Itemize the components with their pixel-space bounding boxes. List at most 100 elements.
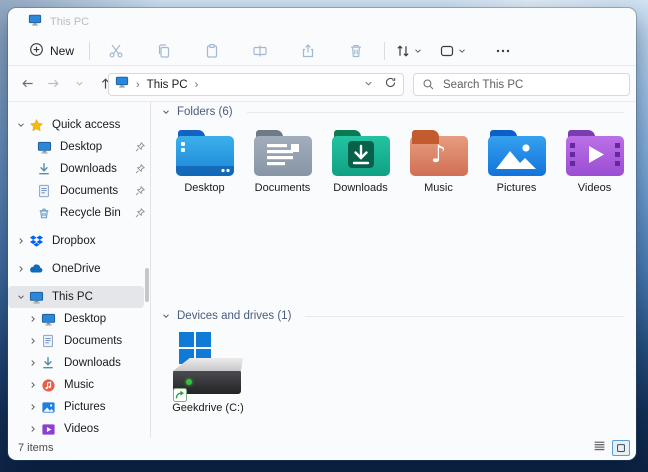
sidebar-item-label: OneDrive bbox=[52, 263, 101, 275]
sidebar-item-this-pc[interactable]: This PC bbox=[8, 286, 144, 308]
explorer-body: Quick access Desktop Downloads Documents bbox=[8, 102, 636, 438]
chevron-down-icon[interactable] bbox=[14, 120, 28, 130]
chevron-right-icon[interactable] bbox=[26, 358, 40, 368]
chevron-right-icon[interactable] bbox=[14, 264, 28, 274]
sidebar-item-label: Recycle Bin bbox=[60, 207, 121, 219]
sidebar-item-desktop-pinned[interactable]: Desktop bbox=[8, 136, 150, 158]
drive-label: Geekdrive (C:) bbox=[172, 402, 244, 414]
desktop-wallpaper: This PC New bbox=[0, 0, 648, 472]
chevron-down-icon bbox=[363, 78, 374, 89]
drives-section-header[interactable]: Devices and drives (1) bbox=[151, 306, 628, 326]
navigation-bar: › This PC › Search This PC bbox=[8, 66, 636, 102]
chevron-down-icon bbox=[161, 311, 171, 321]
drive-tile-c[interactable]: Geekdrive (C:) bbox=[163, 332, 253, 414]
breadcrumb-this-pc[interactable]: This PC bbox=[147, 79, 188, 91]
status-bar: 7 items bbox=[8, 438, 636, 460]
breadcrumb-separator: › bbox=[195, 79, 199, 91]
chevron-down-icon bbox=[161, 107, 171, 117]
folder-tile-videos[interactable]: Videos bbox=[559, 130, 630, 194]
sidebar-item-dropbox[interactable]: Dropbox bbox=[8, 230, 150, 252]
delete-button[interactable] bbox=[342, 38, 370, 64]
folder-label: Music bbox=[424, 182, 453, 194]
sidebar-item-label: Dropbox bbox=[52, 235, 95, 247]
section-title: Devices and drives (1) bbox=[177, 310, 291, 322]
folder-label: Pictures bbox=[497, 182, 537, 194]
details-view-button[interactable] bbox=[593, 439, 606, 457]
sidebar-item-label: Documents bbox=[64, 335, 122, 347]
folder-label: Documents bbox=[255, 182, 311, 194]
monitor-icon bbox=[28, 13, 42, 32]
sidebar-scrollbar[interactable] bbox=[145, 268, 149, 302]
chevron-right-icon[interactable] bbox=[14, 236, 28, 246]
paste-button[interactable] bbox=[198, 38, 226, 64]
folder-label: Desktop bbox=[184, 182, 224, 194]
chevron-right-icon[interactable] bbox=[26, 314, 40, 324]
sidebar-item-recycle-bin[interactable]: Recycle Bin bbox=[8, 202, 150, 224]
folder-tile-music[interactable]: ♪ Music bbox=[403, 130, 474, 194]
folder-tile-downloads[interactable]: Downloads bbox=[325, 130, 396, 194]
folders-section-header[interactable]: Folders (6) bbox=[151, 102, 628, 122]
see-more-button[interactable] bbox=[489, 38, 517, 64]
system-drive-icon bbox=[169, 332, 247, 400]
download-arrow-icon bbox=[40, 355, 56, 371]
sidebar-item-documents[interactable]: Documents bbox=[8, 330, 150, 352]
pin-icon bbox=[134, 207, 146, 219]
chevron-right-icon[interactable] bbox=[26, 380, 40, 390]
chevron-down-icon[interactable] bbox=[14, 292, 28, 302]
sidebar-item-onedrive[interactable]: OneDrive bbox=[8, 258, 150, 280]
chevron-right-icon[interactable] bbox=[26, 336, 40, 346]
sidebar-item-label: Downloads bbox=[60, 163, 117, 175]
back-button[interactable] bbox=[14, 71, 40, 97]
music-note-glyph: ♪ bbox=[410, 140, 468, 168]
monitor-icon bbox=[40, 311, 56, 327]
pin-icon bbox=[134, 163, 146, 175]
sidebar-item-documents-pinned[interactable]: Documents bbox=[8, 180, 150, 202]
sidebar-item-desktop[interactable]: Desktop bbox=[8, 308, 150, 330]
chevron-down-icon bbox=[413, 46, 423, 56]
address-bar[interactable]: › This PC › bbox=[108, 73, 404, 96]
ellipsis-icon bbox=[495, 43, 511, 59]
forward-button[interactable] bbox=[40, 71, 66, 97]
sidebar-item-pictures[interactable]: Pictures bbox=[8, 396, 150, 418]
sidebar-item-quick-access[interactable]: Quick access bbox=[8, 114, 150, 136]
sidebar-item-label: Pictures bbox=[64, 401, 106, 413]
folder-tile-desktop[interactable]: Desktop bbox=[169, 130, 240, 194]
large-icons-view-button[interactable] bbox=[612, 440, 630, 456]
rename-icon bbox=[252, 43, 268, 59]
view-button[interactable] bbox=[435, 38, 471, 64]
address-dropdown-button[interactable] bbox=[363, 76, 374, 94]
toolbar-separator bbox=[89, 42, 90, 60]
cut-button[interactable] bbox=[102, 38, 130, 64]
paste-icon bbox=[204, 43, 220, 59]
green-arrow-badge-icon bbox=[173, 388, 187, 402]
chevron-down-icon bbox=[74, 78, 85, 89]
folder-tile-documents[interactable]: Documents bbox=[247, 130, 318, 194]
title-bar[interactable]: This PC bbox=[8, 8, 636, 36]
toolbar-separator bbox=[384, 42, 385, 60]
sidebar-item-music[interactable]: Music bbox=[8, 374, 150, 396]
recent-locations-button[interactable] bbox=[66, 71, 92, 97]
new-button[interactable]: New bbox=[20, 39, 83, 63]
sidebar-item-label: Desktop bbox=[64, 313, 106, 325]
plus-circle-icon bbox=[29, 42, 44, 60]
sidebar-item-downloads[interactable]: Downloads bbox=[8, 352, 150, 374]
chevron-right-icon[interactable] bbox=[26, 424, 40, 434]
search-input[interactable]: Search This PC bbox=[413, 73, 630, 96]
sidebar-item-downloads-pinned[interactable]: Downloads bbox=[8, 158, 150, 180]
music-folder-icon: ♪ bbox=[410, 130, 468, 178]
sidebar-item-label: Quick access bbox=[52, 119, 120, 131]
pictures-icon bbox=[40, 399, 56, 415]
sidebar-item-label: Documents bbox=[60, 185, 118, 197]
view-icon bbox=[439, 43, 455, 59]
sort-button[interactable] bbox=[391, 38, 427, 64]
sidebar-item-videos[interactable]: Videos bbox=[8, 418, 150, 440]
folder-tile-pictures[interactable]: Pictures bbox=[481, 130, 552, 194]
rename-button[interactable] bbox=[246, 38, 274, 64]
arrow-left-icon bbox=[20, 76, 35, 91]
recycle-bin-icon bbox=[36, 205, 52, 221]
share-button[interactable] bbox=[294, 38, 322, 64]
copy-button[interactable] bbox=[150, 38, 178, 64]
chevron-right-icon[interactable] bbox=[26, 402, 40, 412]
refresh-button[interactable] bbox=[384, 76, 397, 94]
list-lines-icon bbox=[593, 439, 606, 452]
